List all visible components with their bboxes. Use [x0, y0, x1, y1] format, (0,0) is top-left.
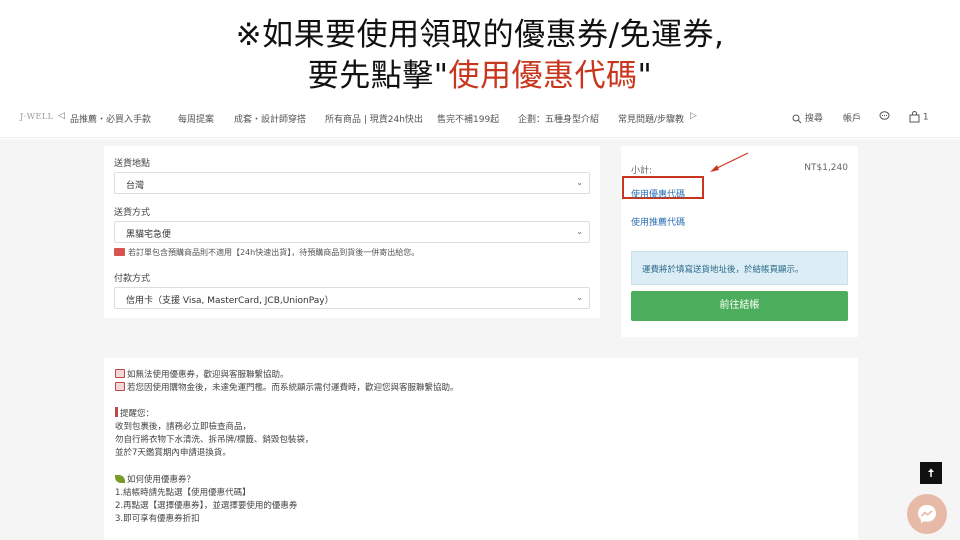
- nav-item-sets[interactable]: 成套・設計師穿搭: [234, 112, 306, 125]
- truck-icon: [114, 248, 125, 256]
- howto-step-2: 2.再點選【選擇優惠券】，並選擇要使用的優惠券: [115, 501, 298, 511]
- cart-button[interactable]: 1: [909, 111, 929, 123]
- checkout-content: 送貨地點 台灣 ⌄ 送貨方式 黑貓宅急便 ⌄ 若訂單包含預購商品則不適用【24h…: [0, 139, 960, 540]
- banner-line-1: ※如果要使用領取的優惠券/免運券,: [235, 17, 725, 53]
- cart-count: 1: [922, 112, 929, 123]
- red-bar-icon: [115, 407, 118, 417]
- help-line-2-text: 若您因使用購物金後，未達免運門檻。而系統顯示需付運費時，歡迎您與客服聯繫協助。: [127, 383, 459, 393]
- reminder-line-1: 收到包裹後，請務必立即檢查商品，: [115, 422, 252, 432]
- nav-item-faq[interactable]: 常見問題/步驟教: [618, 112, 684, 125]
- nav-item-weekly[interactable]: 每周提案: [178, 112, 214, 125]
- nav-item-all-products[interactable]: 所有商品 | 現貨24h快出: [325, 112, 423, 125]
- nav-next-arrow-icon[interactable]: ▷: [690, 111, 697, 121]
- envelope-icon: [115, 369, 125, 378]
- nav-item-sale[interactable]: 售完不補199起: [437, 112, 499, 125]
- annotation-arrow-icon: [710, 152, 749, 172]
- checkout-button[interactable]: 前往結帳: [631, 291, 848, 321]
- chevron-down-icon: ⌄: [576, 227, 583, 236]
- howto-step-3: 3.即可享有優惠券折扣: [115, 514, 200, 524]
- nav-item-body-types[interactable]: 企劃：五種身型介紹: [518, 112, 599, 125]
- preorder-note-text: 若訂單包含預購商品則不適用【24h快速出貨】，待預購商品到貨後一併寄出給您。: [128, 248, 420, 257]
- nav-prev-arrow-icon[interactable]: ◁: [58, 111, 65, 121]
- shopping-bag-icon: [909, 111, 920, 123]
- chat-button[interactable]: [879, 111, 890, 122]
- howto-title-text: 如何使用優惠券？: [127, 475, 196, 485]
- use-referral-code-link[interactable]: 使用推薦代碼: [631, 215, 685, 228]
- chevron-down-icon: ⌄: [576, 178, 583, 187]
- messenger-chat-button[interactable]: [907, 494, 947, 534]
- payment-method-value: 信用卡（支援 Visa, MasterCard, JCB,UnionPay）: [126, 296, 334, 306]
- help-line-1-text: 如無法使用優惠券，歡迎與客服聯繫協助。: [127, 370, 289, 380]
- payment-method-label: 付款方式: [114, 274, 151, 284]
- chevron-down-icon: ⌄: [576, 293, 583, 302]
- search-icon: [792, 114, 802, 123]
- banner-highlight: 使用優惠代碼: [448, 58, 638, 94]
- delivery-method-select[interactable]: 黑貓宅急便 ⌄: [114, 221, 590, 243]
- instruction-banner: ※如果要使用領取的優惠券/免運券, 要先點擊"使用優惠代碼": [0, 0, 960, 98]
- subtotal-label: 小計:: [631, 166, 653, 176]
- delivery-method-label: 送貨方式: [114, 208, 151, 218]
- nav-item-recommend[interactable]: 品推薦・必買入手款: [70, 112, 151, 125]
- messenger-icon: [918, 505, 936, 523]
- subtotal-value: NT$1,240: [804, 163, 848, 173]
- site-logo[interactable]: J·WELL: [20, 112, 53, 121]
- reminder-line-2: 勿自行將衣物下水清洗、拆吊牌/標籤、銷毀包裝袋，: [115, 435, 314, 445]
- howto-step-1: 1.結帳時請先點選【使用優惠代碼】: [115, 488, 251, 498]
- delivery-method-value: 黑貓宅急便: [126, 230, 172, 240]
- search-label: 搜尋: [804, 114, 823, 124]
- region-value: 台灣: [126, 181, 145, 191]
- leaf-icon: [115, 475, 125, 483]
- help-line-2: 若您因使用購物金後，未達免運門檻。而系統顯示需付運費時，歡迎您與客服聯繫協助。: [115, 381, 459, 393]
- use-coupon-code-link[interactable]: 使用優惠代碼: [631, 187, 685, 200]
- banner-line-2-prefix: 要先點擊": [307, 58, 449, 94]
- reminder-line-3: 並於7天鑑賞期內申請退換貨。: [115, 448, 231, 458]
- account-link[interactable]: 帳戶: [843, 111, 861, 124]
- region-label: 送貨地點: [114, 159, 151, 169]
- banner-line-2: 要先點擊"使用優惠代碼": [0, 50, 960, 95]
- howto-title: 如何使用優惠券？: [115, 473, 195, 485]
- payment-method-select[interactable]: 信用卡（支援 Visa, MasterCard, JCB,UnionPay） ⌄: [114, 287, 590, 309]
- delivery-payment-card: 送貨地點 台灣 ⌄ 送貨方式 黑貓宅急便 ⌄ 若訂單包含預購商品則不適用【24h…: [104, 146, 600, 318]
- scroll-to-top-button[interactable]: [920, 462, 942, 484]
- banner-line-2-suffix: ": [637, 58, 653, 94]
- envelope-icon: [115, 382, 125, 391]
- region-select[interactable]: 台灣 ⌄: [114, 172, 590, 194]
- reminder-title: 提醒您：: [115, 407, 154, 419]
- chat-bubble-icon: [879, 111, 890, 120]
- help-notes-card: 如無法使用優惠券，歡迎與客服聯繫協助。 若您因使用購物金後，未達免運門檻。而系統…: [104, 358, 858, 540]
- arrow-up-icon: [928, 468, 934, 477]
- preorder-note: 若訂單包含預購商品則不適用【24h快速出貨】，待預購商品到貨後一併寄出給您。: [114, 247, 419, 258]
- reminder-title-text: 提醒您：: [120, 409, 155, 419]
- help-line-1: 如無法使用優惠券，歡迎與客服聯繫協助。: [115, 368, 289, 380]
- search-button[interactable]: 搜尋: [792, 111, 823, 124]
- top-nav: J·WELL ◁ 品推薦・必買入手款 每周提案 成套・設計師穿搭 所有商品 | …: [0, 98, 960, 138]
- shipping-fee-info: 運費將於填寫送貨地址後，於結帳頁顯示。: [631, 251, 848, 285]
